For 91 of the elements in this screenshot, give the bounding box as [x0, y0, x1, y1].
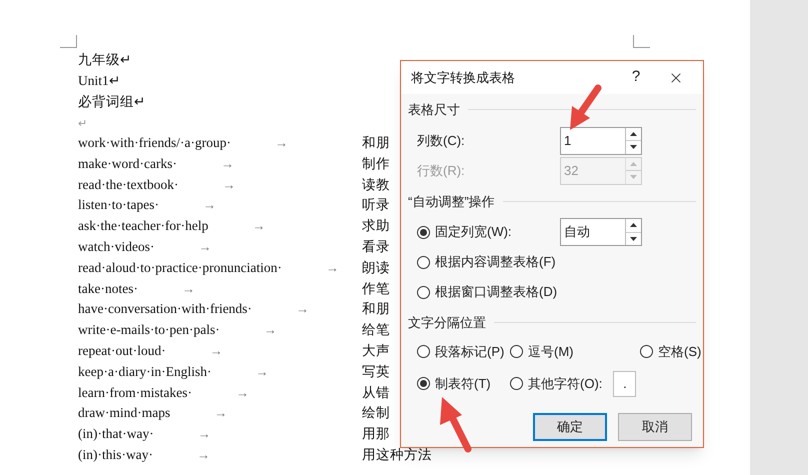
option-label[interactable]: 根据窗口调整表格(D) [435, 282, 558, 302]
up-triangle-icon [630, 223, 637, 228]
phrase-text: read·the·textbook· [78, 176, 178, 194]
translation-text: 从错 [362, 384, 390, 402]
document-line: Unit1↵ [78, 73, 121, 88]
number-field: 32 [560, 156, 642, 184]
tab-mark: → [236, 384, 249, 402]
field-label: 行数(R): [417, 162, 466, 180]
option-label[interactable]: 其他字符(O): [528, 374, 602, 394]
phrase-text: ask·the·teacher·for·help [78, 217, 208, 236]
radio-button[interactable] [640, 345, 653, 358]
radio-button[interactable] [417, 286, 430, 298]
translation-text: 用那 [362, 425, 390, 444]
tab-mark: → [220, 154, 234, 173]
tab-mark: → [210, 342, 223, 360]
tab-mark: → [255, 362, 268, 381]
option-label[interactable]: 根据内容调整表格(F) [435, 252, 556, 272]
dialog-button[interactable]: 取消 [618, 412, 692, 440]
down-triangle-icon [630, 145, 637, 150]
option-label[interactable]: 空格(S) [658, 342, 702, 362]
field-label: 列数(C): [417, 132, 466, 150]
translation-text: 求助 [362, 217, 390, 236]
option-label[interactable]: 逗号(M) [528, 342, 574, 362]
radio-button[interactable] [417, 377, 430, 390]
group-title: 表格尺寸 [408, 101, 460, 119]
paragraph-mark: ↵ [78, 118, 87, 130]
help-button[interactable]: ? [621, 66, 651, 89]
phrase-text: work·with·friends/·a·group· [78, 134, 231, 152]
translation-text: 给笔 [362, 321, 390, 340]
down-triangle-icon [630, 236, 637, 241]
phrase-text: make·word·carks· [78, 154, 177, 173]
translation-text: 大声 [362, 342, 390, 360]
phrase-text: watch·videos· [78, 238, 154, 256]
option-label[interactable]: 段落标记(P) [435, 342, 504, 362]
tab-mark: → [202, 196, 216, 214]
tab-mark: → [198, 425, 211, 444]
phrase-text: take·notes· [78, 280, 138, 298]
translation-text: 看录 [362, 238, 390, 256]
translation-text: 制作 [362, 154, 390, 173]
group-title: “自动调整”操作 [408, 192, 495, 210]
translation-text: 听录 [362, 196, 390, 214]
group-title: 文字分隔位置 [408, 314, 486, 332]
radio-button[interactable] [510, 377, 523, 390]
phrase-text: (in)·this·way· [78, 446, 153, 464]
tab-mark: → [274, 134, 288, 152]
translation-text: 绘制 [362, 404, 390, 422]
number-field[interactable]: 自动 [560, 218, 642, 246]
tab-mark: → [264, 321, 277, 340]
dialog-title: 将文字转换成表格 [411, 68, 516, 87]
spinner-control[interactable] [625, 219, 641, 245]
phrase-text: (in)·that·way· [78, 425, 154, 444]
phrase-text: have·conversation·with·friends· [78, 300, 252, 318]
tab-mark: → [182, 280, 195, 298]
radio-button[interactable] [417, 226, 430, 238]
tab-mark: → [196, 446, 210, 464]
option-label[interactable]: 制表符(T) [435, 374, 491, 394]
up-triangle-icon [630, 132, 637, 136]
translation-text: 作笔 [362, 280, 390, 298]
document-line: 九年级↵ [78, 52, 132, 67]
annotation-arrow [568, 84, 604, 132]
dialog-button[interactable]: 确定 [533, 412, 607, 440]
tab-mark: → [198, 238, 212, 256]
radio-button[interactable] [510, 345, 523, 358]
number-field[interactable]: 1 [560, 126, 642, 154]
phrase-text: learn·from·mistakes· [78, 384, 192, 402]
spinner-control[interactable] [625, 128, 641, 154]
tab-mark: → [326, 258, 339, 277]
up-triangle-icon [630, 162, 637, 166]
radio-button[interactable] [417, 256, 430, 268]
character-field[interactable]: . [613, 370, 636, 396]
translation-text: 用这种方法 [362, 446, 432, 464]
phrase-text: write·e-mails·to·pen·pals· [78, 321, 220, 340]
phrase-text: read·aloud·to·practice·pronunciation· [78, 258, 282, 277]
tab-mark: → [222, 176, 236, 194]
phrase-text: listen·to·tapes· [78, 196, 159, 214]
document-line: 必背词组↵ [78, 94, 146, 109]
annotation-arrow [438, 395, 474, 453]
tab-mark: → [252, 217, 266, 236]
translation-text: 和朋 [362, 300, 390, 318]
translation-text: 和朋 [362, 134, 390, 152]
tab-mark: → [214, 404, 228, 422]
translation-text: 读教 [362, 176, 390, 194]
translation-text: 朗读 [362, 258, 390, 277]
option-label[interactable]: 固定列宽(W): [435, 222, 512, 242]
translation-text: 写英 [362, 362, 390, 381]
phrase-text: keep·a·diary·in·English· [78, 362, 212, 381]
radio-button[interactable] [417, 345, 430, 358]
phrase-text: draw·mind·maps [78, 404, 170, 422]
phrase-text: repeat·out·loud· [78, 342, 166, 360]
down-triangle-icon [630, 175, 637, 180]
tab-mark: → [296, 300, 309, 318]
